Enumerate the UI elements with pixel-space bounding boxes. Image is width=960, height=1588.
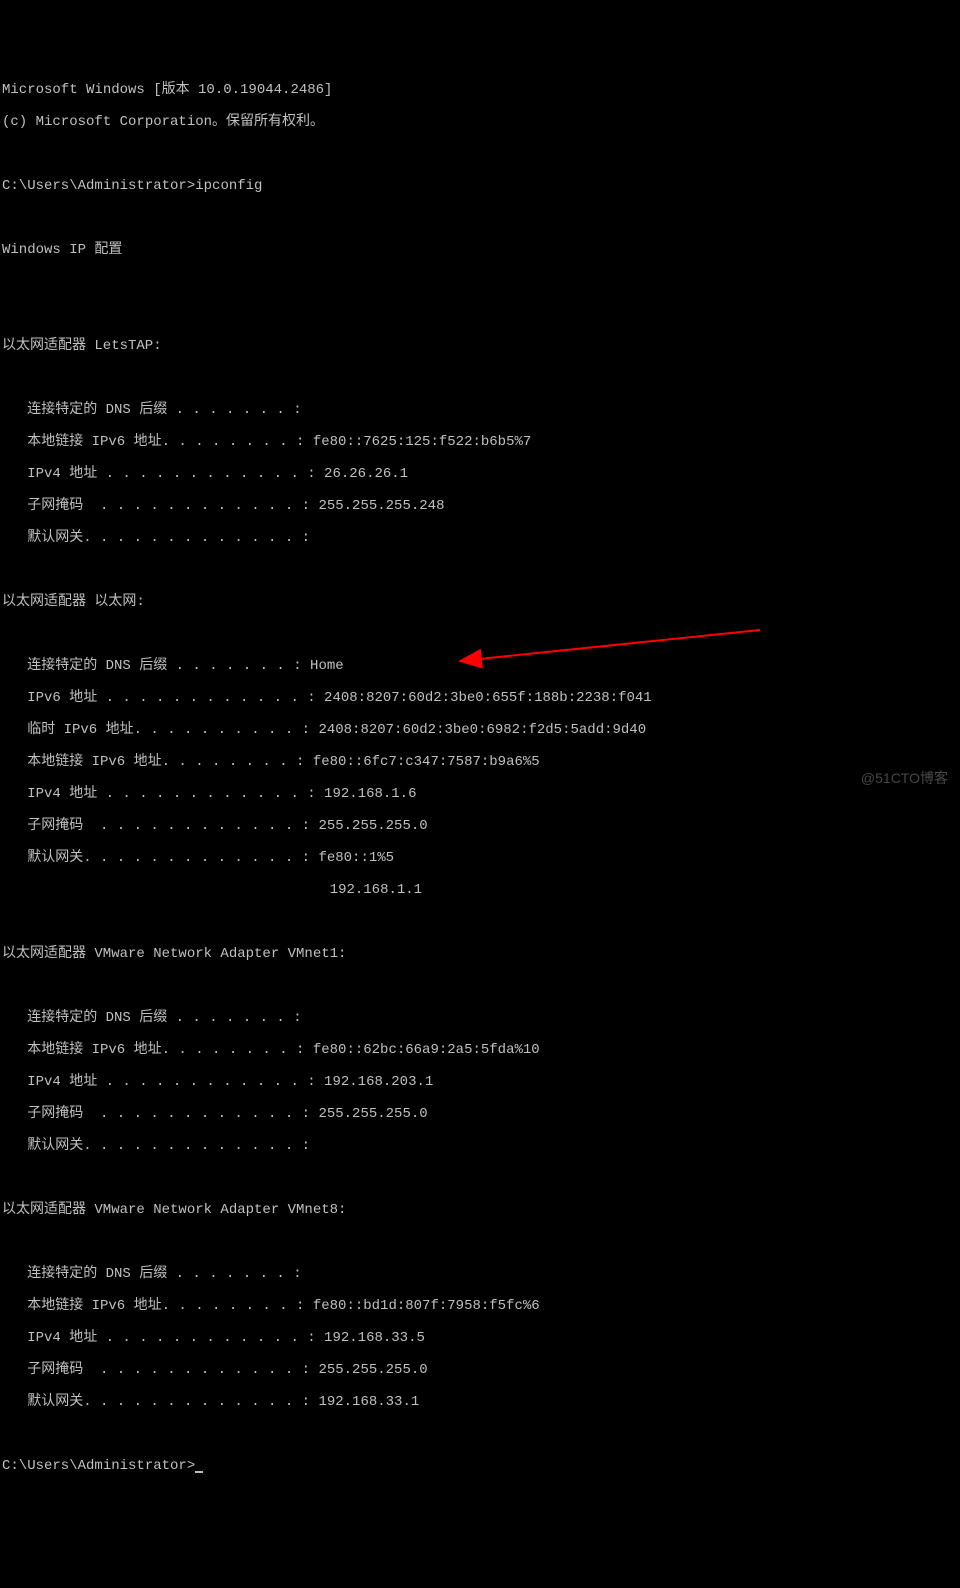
adapter-row: 默认网关. . . . . . . . . . . . . : fe80::1%…	[2, 850, 960, 866]
row-label: 连接特定的 DNS 后缀 . . . . . . . :	[2, 658, 302, 674]
row-label: 子网掩码 . . . . . . . . . . . . :	[2, 1362, 310, 1378]
blank	[2, 914, 960, 930]
blank	[2, 1426, 960, 1442]
adapter-row: 本地链接 IPv6 地址. . . . . . . . : fe80::7625…	[2, 434, 960, 450]
adapter-row: 子网掩码 . . . . . . . . . . . . : 255.255.2…	[2, 498, 960, 514]
blank	[2, 210, 960, 226]
row-label: IPv4 地址 . . . . . . . . . . . . :	[2, 1330, 316, 1346]
row-label: 本地链接 IPv6 地址. . . . . . . . :	[2, 434, 304, 450]
row-label: IPv6 地址 . . . . . . . . . . . . :	[2, 690, 316, 706]
row-label: IPv4 地址 . . . . . . . . . . . . :	[2, 786, 316, 802]
row-value: fe80::62bc:66a9:2a5:5fda%10	[304, 1042, 539, 1058]
row-value: 192.168.1.6	[316, 786, 417, 802]
adapter-row: 子网掩码 . . . . . . . . . . . . : 255.255.2…	[2, 1106, 960, 1122]
adapter-row: 默认网关. . . . . . . . . . . . . : 192.168.…	[2, 1394, 960, 1410]
adapter-row: 本地链接 IPv6 地址. . . . . . . . : fe80::6fc7…	[2, 754, 960, 770]
row-label: 子网掩码 . . . . . . . . . . . . :	[2, 1106, 310, 1122]
row-value: 255.255.255.248	[310, 498, 444, 514]
header-version: Microsoft Windows [版本 10.0.19044.2486]	[2, 82, 960, 98]
row-value: 255.255.255.0	[310, 1106, 428, 1122]
row-value: fe80::6fc7:c347:7587:b9a6%5	[304, 754, 539, 770]
row-label: 默认网关. . . . . . . . . . . . . :	[2, 850, 310, 866]
row-value: 192.168.203.1	[316, 1074, 434, 1090]
adapter-row: 本地链接 IPv6 地址. . . . . . . . : fe80::bd1d…	[2, 1298, 960, 1314]
adapter-title: 以太网适配器 LetsTAP:	[2, 338, 960, 354]
row-label: 本地链接 IPv6 地址. . . . . . . . :	[2, 1042, 304, 1058]
prompt-path: C:\Users\Administrator>	[2, 178, 195, 194]
row-label: 本地链接 IPv6 地址. . . . . . . . :	[2, 1298, 304, 1314]
row-label: 连接特定的 DNS 后缀 . . . . . . . :	[2, 402, 302, 418]
row-value: 26.26.26.1	[316, 466, 408, 482]
row-label: IPv4 地址 . . . . . . . . . . . . :	[2, 466, 316, 482]
adapter-title: 以太网适配器 以太网:	[2, 594, 960, 610]
row-value: 192.168.33.1	[310, 1394, 419, 1410]
adapter-row: IPv4 地址 . . . . . . . . . . . . : 192.16…	[2, 1330, 960, 1346]
prompt-line[interactable]: C:\Users\Administrator>	[2, 1458, 960, 1474]
adapter-row: 默认网关. . . . . . . . . . . . . :	[2, 1138, 960, 1154]
adapter-row: 192.168.1.1	[2, 882, 960, 898]
adapter-row: 连接特定的 DNS 后缀 . . . . . . . :	[2, 1266, 960, 1282]
ipconfig-title: Windows IP 配置	[2, 242, 960, 258]
blank	[2, 146, 960, 162]
row-value: 255.255.255.0	[310, 1362, 428, 1378]
row-label: 默认网关. . . . . . . . . . . . . :	[2, 1138, 310, 1154]
blank	[2, 370, 960, 386]
adapter-row: 子网掩码 . . . . . . . . . . . . : 255.255.2…	[2, 818, 960, 834]
row-label: 本地链接 IPv6 地址. . . . . . . . :	[2, 754, 304, 770]
row-value: 2408:8207:60d2:3be0:6982:f2d5:5add:9d40	[310, 722, 646, 738]
adapter-row: 子网掩码 . . . . . . . . . . . . : 255.255.2…	[2, 1362, 960, 1378]
header-copyright: (c) Microsoft Corporation。保留所有权利。	[2, 114, 960, 130]
row-label: 连接特定的 DNS 后缀 . . . . . . . :	[2, 1266, 302, 1282]
blank	[2, 978, 960, 994]
terminal-output[interactable]: Microsoft Windows [版本 10.0.19044.2486] (…	[0, 64, 960, 1490]
row-label	[2, 882, 321, 898]
watermark-text: @51CTO博客	[861, 770, 948, 786]
adapter-row: 本地链接 IPv6 地址. . . . . . . . : fe80::62bc…	[2, 1042, 960, 1058]
row-value: fe80::7625:125:f522:b6b5%7	[304, 434, 531, 450]
row-value: 2408:8207:60d2:3be0:655f:188b:2238:f041	[316, 690, 652, 706]
adapter-title: 以太网适配器 VMware Network Adapter VMnet1:	[2, 946, 960, 962]
blank	[2, 626, 960, 642]
row-label: IPv4 地址 . . . . . . . . . . . . :	[2, 1074, 316, 1090]
adapter-row: IPv6 地址 . . . . . . . . . . . . : 2408:8…	[2, 690, 960, 706]
row-value: fe80::1%5	[310, 850, 394, 866]
row-label: 子网掩码 . . . . . . . . . . . . :	[2, 498, 310, 514]
blank	[2, 1234, 960, 1250]
adapter-row: IPv4 地址 . . . . . . . . . . . . : 192.16…	[2, 1074, 960, 1090]
row-label: 子网掩码 . . . . . . . . . . . . :	[2, 818, 310, 834]
adapter-row: IPv4 地址 . . . . . . . . . . . . : 192.16…	[2, 786, 960, 802]
row-value: Home	[302, 658, 344, 674]
row-value: 255.255.255.0	[310, 818, 428, 834]
adapter-row: 连接特定的 DNS 后缀 . . . . . . . :	[2, 402, 960, 418]
row-label: 默认网关. . . . . . . . . . . . . :	[2, 1394, 310, 1410]
adapter-row: 默认网关. . . . . . . . . . . . . :	[2, 530, 960, 546]
blank	[2, 306, 960, 322]
blank	[2, 1170, 960, 1186]
row-value: fe80::bd1d:807f:7958:f5fc%6	[304, 1298, 539, 1314]
row-label: 连接特定的 DNS 后缀 . . . . . . . :	[2, 1010, 302, 1026]
adapter-row: IPv4 地址 . . . . . . . . . . . . : 26.26.…	[2, 466, 960, 482]
adapter-row: 连接特定的 DNS 后缀 . . . . . . . :	[2, 1010, 960, 1026]
blank	[2, 274, 960, 290]
row-label: 默认网关. . . . . . . . . . . . . :	[2, 530, 310, 546]
row-value: 192.168.33.5	[316, 1330, 425, 1346]
prompt-line: C:\Users\Administrator>ipconfig	[2, 178, 960, 194]
command-text: ipconfig	[195, 178, 262, 194]
cursor-icon	[195, 1471, 203, 1473]
adapter-row: 临时 IPv6 地址. . . . . . . . . . : 2408:820…	[2, 722, 960, 738]
row-label: 临时 IPv6 地址. . . . . . . . . . :	[2, 722, 310, 738]
row-value: 192.168.1.1	[321, 882, 422, 898]
adapter-title: 以太网适配器 VMware Network Adapter VMnet8:	[2, 1202, 960, 1218]
adapter-row: 连接特定的 DNS 后缀 . . . . . . . : Home	[2, 658, 960, 674]
prompt-path: C:\Users\Administrator>	[2, 1458, 195, 1474]
blank	[2, 562, 960, 578]
